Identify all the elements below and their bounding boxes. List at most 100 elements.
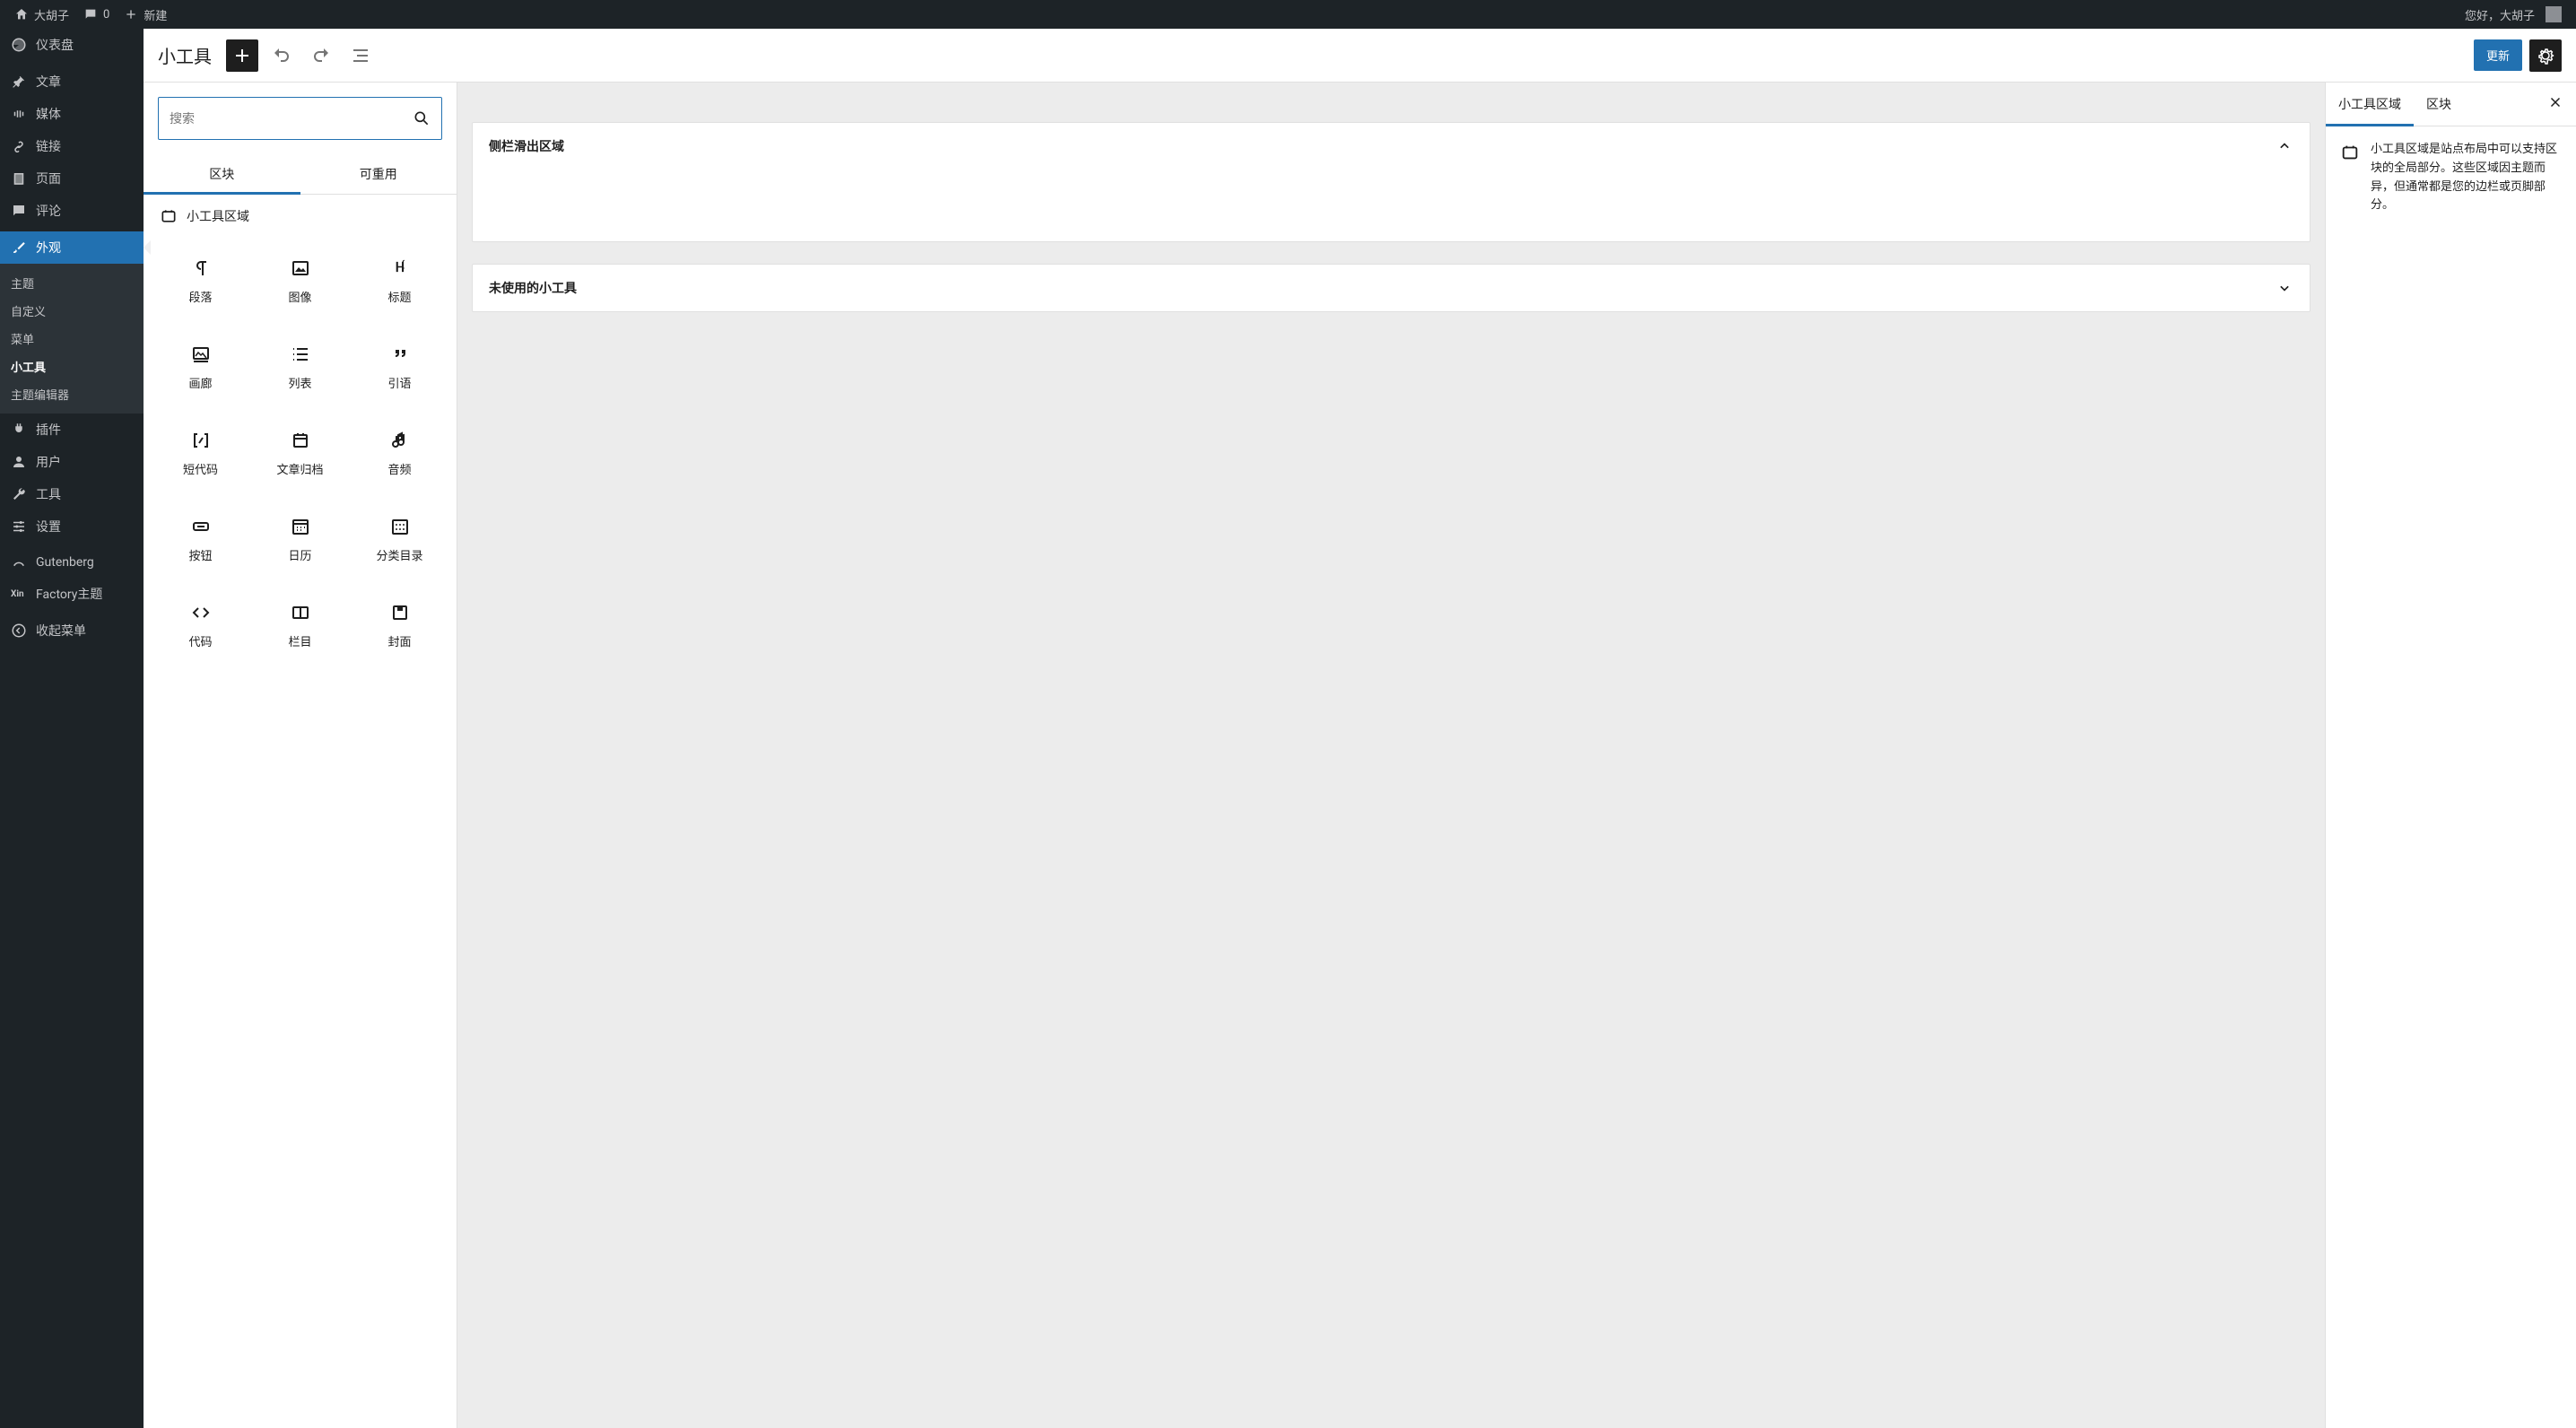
settings-sidebar: 小工具区域 区块 小工具区域是站点布局中可以支持区块的全局部分。这些区域因主题而…: [2325, 83, 2576, 1428]
redo-icon: [310, 45, 332, 66]
adminbar-new[interactable]: 新建: [117, 0, 174, 29]
settings-tab-widget-area[interactable]: 小工具区域: [2326, 83, 2414, 126]
panel-title: 未使用的小工具: [489, 279, 577, 297]
sidebar-label: 评论: [36, 202, 61, 220]
adminbar-site-name: 大胡子: [34, 6, 69, 23]
sidebar-item-appearance[interactable]: 外观: [0, 231, 144, 264]
sidebar-label: 工具: [36, 485, 61, 503]
plug-icon: [11, 422, 27, 438]
page-title: 小工具: [158, 42, 212, 68]
block-item-code[interactable]: 代码: [151, 582, 250, 668]
block-item-gallery[interactable]: 画廊: [151, 324, 250, 410]
block-item-cover[interactable]: 封面: [350, 582, 449, 668]
block-item-image[interactable]: 图像: [250, 238, 350, 324]
panel-header-inactive[interactable]: 未使用的小工具: [473, 265, 2310, 311]
block-label: 音频: [387, 460, 411, 477]
undo-icon: [271, 45, 292, 66]
sidebar-sub-widgets[interactable]: 小工具: [0, 353, 144, 380]
list-view-button[interactable]: [344, 39, 377, 72]
image-icon: [290, 257, 311, 279]
panel-header-sidebar-slideout[interactable]: 侧栏滑出区域: [473, 123, 2310, 170]
heading-icon: [389, 257, 411, 279]
sidebar-item-media[interactable]: 媒体: [0, 98, 144, 130]
adminbar-comments[interactable]: 0: [76, 0, 117, 29]
sidebar-item-pages[interactable]: 页面: [0, 162, 144, 195]
wrench-icon: [11, 486, 27, 502]
block-label: 画廊: [188, 374, 212, 391]
shortcode-icon: [190, 430, 212, 451]
tab-blocks[interactable]: 区块: [144, 154, 300, 194]
panel-title: 侧栏滑出区域: [489, 137, 564, 155]
sidebar-item-comments[interactable]: 评论: [0, 195, 144, 227]
plus-icon: [124, 7, 138, 22]
block-label: 短代码: [183, 460, 218, 477]
adminbar-site[interactable]: 大胡子: [7, 0, 76, 29]
sidebar-item-tools[interactable]: 工具: [0, 478, 144, 510]
settings-toggle-button[interactable]: [2529, 39, 2562, 72]
block-item-list[interactable]: 列表: [250, 324, 350, 410]
sidebar-item-posts[interactable]: 文章: [0, 65, 144, 98]
block-label: 图像: [288, 288, 311, 305]
adminbar-greeting: 您好，大胡子: [2465, 6, 2535, 23]
quote-icon: [389, 344, 411, 365]
close-settings-button[interactable]: [2535, 94, 2576, 114]
add-block-button[interactable]: [226, 39, 258, 72]
search-input[interactable]: [170, 111, 413, 126]
sidebar-item-settings[interactable]: 设置: [0, 510, 144, 543]
block-item-button[interactable]: 按钮: [151, 496, 250, 582]
editor: 小工具 更新: [144, 29, 2576, 1428]
categories-icon: [389, 516, 411, 537]
sidebar-item-factory[interactable]: Xin Factory主题: [0, 578, 144, 610]
sidebar-submenu-appearance: 主题 自定义 菜单 小工具 主题编辑器: [0, 264, 144, 414]
update-button[interactable]: 更新: [2474, 39, 2522, 71]
sidebar-sub-menus[interactable]: 菜单: [0, 325, 144, 353]
sidebar-item-dashboard[interactable]: 仪表盘: [0, 29, 144, 61]
code-icon: [190, 602, 212, 623]
block-label: 标题: [387, 288, 411, 305]
block-label: 列表: [288, 374, 311, 391]
adminbar-comments-count: 0: [103, 8, 109, 22]
sidebar-label: 链接: [36, 137, 61, 155]
adminbar-account[interactable]: 您好，大胡子: [2458, 0, 2569, 29]
block-label: 文章归档: [276, 460, 323, 477]
block-item-heading[interactable]: 标题: [350, 238, 449, 324]
tab-reusable[interactable]: 可重用: [300, 154, 457, 194]
settings-tab-block[interactable]: 区块: [2414, 83, 2464, 126]
block-item-columns[interactable]: 栏目: [250, 582, 350, 668]
block-label: 分类目录: [376, 546, 422, 563]
sidebar-label: Gutenberg: [36, 555, 94, 570]
sidebar-item-plugins[interactable]: 插件: [0, 414, 144, 446]
block-item-paragraph[interactable]: 段落: [151, 238, 250, 324]
sidebar-label: 文章: [36, 73, 61, 91]
sidebar-sub-theme-editor[interactable]: 主题编辑器: [0, 380, 144, 408]
comment-icon: [11, 203, 27, 219]
search-box[interactable]: [158, 97, 442, 140]
home-icon: [14, 7, 29, 22]
sidebar-item-links[interactable]: 链接: [0, 130, 144, 162]
sidebar-item-gutenberg[interactable]: Gutenberg: [0, 547, 144, 578]
block-item-audio[interactable]: 音频: [350, 410, 449, 496]
sidebar-label: 插件: [36, 421, 61, 439]
inserter-tabs: 区块 可重用: [144, 154, 457, 195]
block-item-categories[interactable]: 分类目录: [350, 496, 449, 582]
avatar: [2546, 6, 2562, 22]
block-item-calendar[interactable]: 日历: [250, 496, 350, 582]
block-item-shortcode[interactable]: 短代码: [151, 410, 250, 496]
sidebar-sub-customize[interactable]: 自定义: [0, 297, 144, 325]
panel-body[interactable]: [473, 170, 2310, 241]
sidebar-sub-themes[interactable]: 主题: [0, 269, 144, 297]
admin-bar: 大胡子 0 新建 您好，大胡子: [0, 0, 2576, 29]
sidebar-item-users[interactable]: 用户: [0, 446, 144, 478]
block-item-quote[interactable]: 引语: [350, 324, 449, 410]
block-label: 封面: [387, 632, 411, 649]
sidebar-collapse[interactable]: 收起菜单: [0, 614, 144, 647]
settings-description: 小工具区域是站点布局中可以支持区块的全局部分。这些区域因主题而异，但通常都是您的…: [2326, 126, 2576, 230]
undo-button[interactable]: [265, 39, 298, 72]
redo-button[interactable]: [305, 39, 337, 72]
sliders-icon: [11, 518, 27, 535]
sidebar-label: 收起菜单: [36, 622, 86, 640]
gallery-icon: [190, 344, 212, 365]
block-item-archives[interactable]: 文章归档: [250, 410, 350, 496]
category-widget-area[interactable]: 小工具区域: [144, 195, 457, 238]
sidebar-label: 用户: [36, 453, 61, 471]
